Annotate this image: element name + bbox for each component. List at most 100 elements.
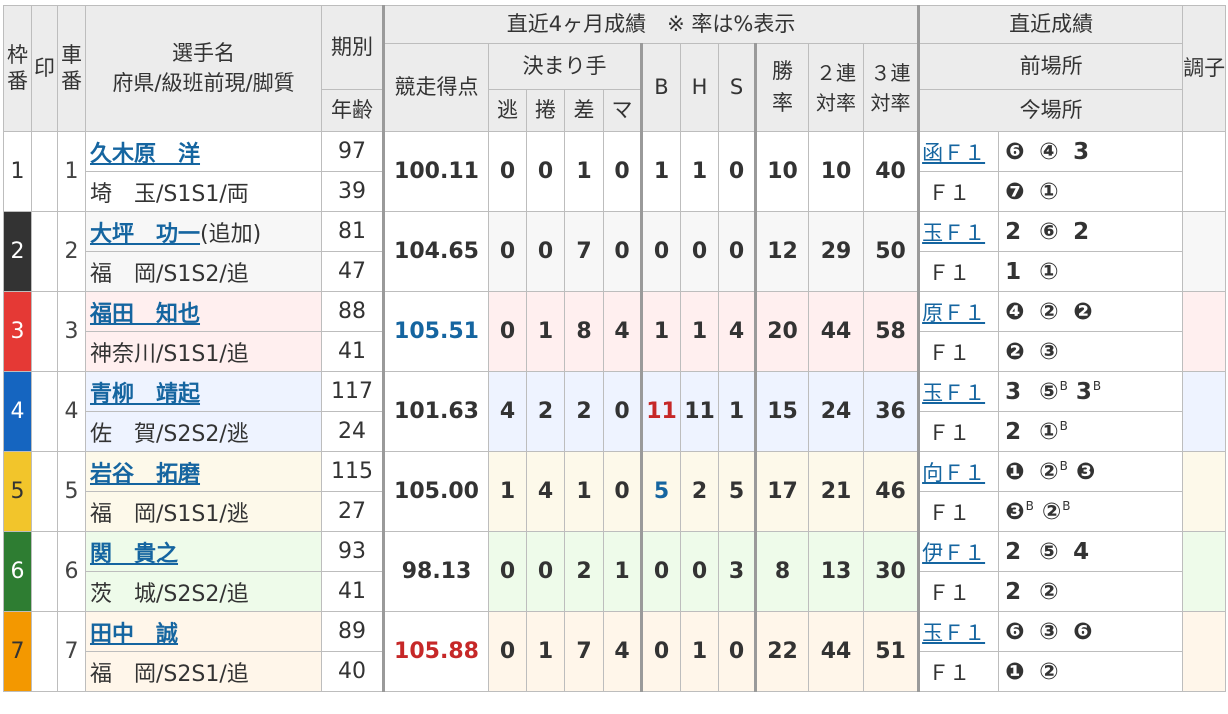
age-cell: 24: [321, 411, 384, 452]
finish-position: ⑥: [1039, 219, 1065, 245]
back-mark: B: [1059, 418, 1068, 433]
makuri-count: 1: [526, 291, 565, 372]
condition-cell[interactable]: [1182, 531, 1227, 612]
makuri-count: 1: [526, 611, 565, 692]
condition-cell[interactable]: [1182, 451, 1227, 532]
waku-cell: 7: [3, 611, 32, 692]
waku-cell: 4: [3, 371, 32, 452]
finish-position: 2: [1005, 419, 1031, 445]
finish-position-value: 3: [1073, 138, 1090, 165]
finish-position: ④: [1039, 139, 1065, 165]
rider-name-link[interactable]: 岩谷 拓磨: [90, 462, 200, 487]
mark-cell[interactable]: [31, 451, 58, 532]
finish-position: 4: [1073, 539, 1099, 565]
rider-name-cell: 久木原 洋: [85, 131, 322, 172]
mark-cell[interactable]: [31, 371, 58, 452]
finish-position: ❸B: [1005, 499, 1034, 525]
prev-results: ❹②❷: [998, 291, 1184, 332]
nige-count: 0: [488, 211, 527, 292]
score-cell: 105.51: [382, 291, 489, 372]
period-cell: 97: [321, 131, 384, 172]
condition-cell[interactable]: [1182, 371, 1227, 452]
header-nige: 逃: [488, 89, 527, 132]
curr-venue-label: Ｆ１: [928, 180, 971, 205]
win-rate: 17: [754, 451, 809, 532]
mark-cell[interactable]: [31, 611, 58, 692]
finish-position-value: ❸: [1005, 498, 1025, 525]
curr-venue-label: Ｆ１: [928, 580, 971, 605]
header-score: 競走得点: [382, 43, 489, 132]
finish-position-value: ❶: [1005, 658, 1025, 685]
prev-venue-link[interactable]: 向Ｆ１: [922, 461, 985, 485]
h-count: 2: [680, 451, 719, 532]
prev-results: ❻③❻: [998, 611, 1184, 652]
score-cell: 100.11: [382, 131, 489, 212]
finish-position: ①: [1039, 259, 1065, 285]
condition-cell[interactable]: [1182, 611, 1227, 692]
curr-venue-cell: Ｆ１: [917, 571, 1000, 612]
back-mark: B: [1062, 498, 1071, 513]
finish-position-value: ②: [1039, 578, 1059, 605]
sashi-count: 1: [564, 131, 604, 212]
header-ma: マ: [603, 89, 642, 132]
score-cell: 104.65: [382, 211, 489, 292]
two-rate: 21: [808, 451, 864, 532]
curr-venue-label: Ｆ１: [928, 420, 971, 445]
finish-position: ⑤: [1039, 539, 1065, 565]
mark-cell[interactable]: [31, 291, 58, 372]
finish-position: 3: [1005, 379, 1031, 405]
header-curr-venue: 今場所: [917, 89, 1184, 132]
finish-position-value: ⑤: [1039, 378, 1059, 405]
finish-position: ①: [1039, 179, 1065, 205]
prev-venue-link[interactable]: 玉Ｆ１: [922, 221, 985, 245]
prev-venue-link[interactable]: 玉Ｆ１: [922, 621, 985, 645]
period-cell: 93: [321, 531, 384, 572]
ma-count: 0: [603, 451, 642, 532]
finish-position-value: 2: [1005, 418, 1022, 445]
age-cell: 39: [321, 171, 384, 212]
prev-venue-link[interactable]: 伊Ｆ１: [922, 541, 985, 565]
back-mark: B: [1059, 378, 1068, 393]
prev-venue-link[interactable]: 玉Ｆ１: [922, 381, 985, 405]
nige-count: 0: [488, 531, 527, 612]
score-cell: 98.13: [382, 531, 489, 612]
finish-position-value: ①: [1039, 418, 1059, 445]
finish-position-value: ❷: [1073, 298, 1093, 325]
rider-name-link[interactable]: 久木原 洋: [90, 142, 200, 167]
b-count: 0: [640, 531, 681, 612]
curr-results: 2②: [998, 571, 1184, 612]
mark-cell[interactable]: [31, 131, 58, 212]
makuri-count: 2: [526, 371, 565, 452]
rider-name-link[interactable]: 関 貴之: [90, 542, 178, 567]
win-rate: 10: [754, 131, 809, 212]
win-rate: 15: [754, 371, 809, 452]
rider-row: 1 1 久木原 洋 97 100.11 0 0 1 0 1 1 0 10 10 40 函Ｆ１ ❻ ④ 3: [3, 131, 1227, 212]
makuri-count: 0: [526, 131, 565, 212]
condition-cell[interactable]: [1182, 131, 1227, 212]
condition-cell[interactable]: [1182, 211, 1227, 292]
prev-venue-link[interactable]: 原Ｆ１: [922, 301, 985, 325]
header-h: H: [680, 43, 719, 132]
rider-row: 2 2 大坪 功一(追加) 81 104.65 0 0 7 0 0 0 0 12 29 50 玉Ｆ１ 2 ⑥ 2: [3, 211, 1227, 292]
win-rate: 22: [754, 611, 809, 692]
rider-pref-cell: 福 岡/S1S2/追: [85, 251, 322, 292]
rider-name-link[interactable]: 福田 知也: [90, 302, 200, 327]
header-kimarite: 決まり手: [488, 43, 642, 90]
finish-position-value: ❼: [1005, 178, 1025, 205]
finish-position-value: ②: [1041, 498, 1062, 525]
age-cell: 41: [321, 571, 384, 612]
finish-position: ②: [1039, 579, 1065, 605]
prev-venue-link[interactable]: 函Ｆ１: [922, 141, 985, 165]
age-cell: 27: [321, 491, 384, 532]
mark-cell[interactable]: [31, 531, 58, 612]
curr-results: ❼①: [998, 171, 1184, 212]
rider-name-link[interactable]: 大坪 功一: [90, 222, 200, 247]
nige-count: 0: [488, 131, 527, 212]
mark-cell[interactable]: [31, 211, 58, 292]
rider-name-link[interactable]: 青柳 靖起: [90, 382, 200, 407]
prev-venue-cell: 函Ｆ１: [917, 131, 1000, 172]
finish-position-value: ❷: [1005, 338, 1025, 365]
condition-cell[interactable]: [1182, 291, 1227, 372]
rider-name-link[interactable]: 田中 誠: [90, 622, 178, 647]
header-age: 年齢: [321, 89, 384, 132]
